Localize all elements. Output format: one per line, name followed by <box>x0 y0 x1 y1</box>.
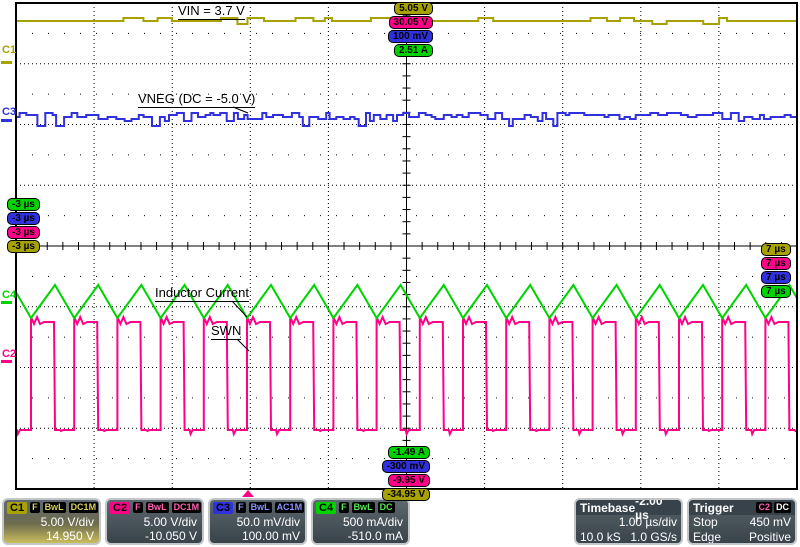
filter-badge: F <box>236 502 246 513</box>
channel-chip-c4: C4 <box>316 502 336 514</box>
cursor-readouts-bottom: -1.49 A -300 mV -9.95 V -34.95 V <box>382 446 430 501</box>
readout-pill: 7 µs <box>761 243 791 256</box>
trigger-position-marker[interactable] <box>242 490 254 497</box>
vneg-annotation: VNEG (DC = -5.0 V) <box>138 92 255 108</box>
volts-per-div: 5.00 V/div <box>4 515 99 529</box>
channel-offset: 14.950 V <box>4 529 99 543</box>
bandwidth-limit-badge: BwL <box>352 502 375 513</box>
channel-descriptor-c3[interactable]: C3 F BwL AC1M 50.0 mV/div 100.00 mV <box>208 498 307 545</box>
cursor-readouts-top: 5.05 V 30.05 V 100 mV 2.51 A <box>388 2 433 57</box>
channel-chip-c1: C1 <box>7 502 27 514</box>
swn-annotation: SWN <box>211 324 241 340</box>
cursor-readouts-right: 7 µs 7 µs 7 µs 7 µs <box>761 243 791 298</box>
channel-offset: 100.00 mV <box>210 529 305 543</box>
trigger-slope: Positive <box>749 530 791 545</box>
coupling-badge: DC1M <box>69 502 99 513</box>
channel-offset: -510.0 mA <box>313 529 408 543</box>
timebase-descriptor[interactable]: Timebase -2.00 µs 1.00 µs/div 10.0 kS 1.… <box>574 498 683 545</box>
channel-zero-tick-c3[interactable] <box>1 119 12 122</box>
coupling-badge: AC1M <box>275 502 305 513</box>
readout-pill: -300 mV <box>382 460 430 473</box>
trigger-title: Trigger <box>693 501 734 515</box>
bandwidth-limit-badge: BwL <box>146 502 169 513</box>
channel-chip-c3: C3 <box>213 502 233 514</box>
readout-pill: 2.51 A <box>394 44 433 57</box>
sample-rate: 1.0 GS/s <box>630 530 677 545</box>
readout-pill: 30.05 V <box>389 16 433 29</box>
filter-badge: F <box>339 502 349 513</box>
trigger-level: 450 mV <box>750 515 791 530</box>
readout-pill: -1.49 A <box>388 446 430 459</box>
readout-pill: -3 µs <box>7 240 40 253</box>
readout-pill: -3 µs <box>7 212 40 225</box>
filter-badge: F <box>30 502 40 513</box>
volts-per-div: 5.00 V/div <box>107 515 202 529</box>
channel-label-c2: C2 <box>2 348 16 360</box>
filter-badge: F <box>133 502 143 513</box>
oscilloscope-screen: VIN = 3.7 V VNEG (DC = -5.0 V) Inductor … <box>0 0 800 547</box>
bandwidth-limit-badge: BwL <box>249 502 272 513</box>
readout-pill: 100 mV <box>388 30 433 43</box>
channel-descriptor-c1[interactable]: C1 F BwL DC1M 5.00 V/div 14.950 V <box>2 498 101 545</box>
readout-pill: -3 µs <box>7 198 40 211</box>
trigger-descriptor[interactable]: Trigger C2 DC Stop 450 mV Edge Positive <box>687 498 797 545</box>
channel-zero-tick-c2[interactable] <box>1 360 12 363</box>
volts-per-div: 50.0 mV/div <box>210 515 305 529</box>
bandwidth-limit-badge: BwL <box>43 502 66 513</box>
timebase-title: Timebase <box>580 501 635 515</box>
inductor-annotation: Inductor Current <box>155 286 249 302</box>
readout-pill: 5.05 V <box>394 2 433 15</box>
readout-pill: 7 µs <box>761 257 791 270</box>
readout-pill: 7 µs <box>761 285 791 298</box>
trigger-source-badge: C2 <box>756 502 772 513</box>
sample-count: 10.0 kS <box>580 530 621 545</box>
channel-zero-tick-c4[interactable] <box>1 301 12 304</box>
volts-per-div: 500 mA/div <box>313 515 408 529</box>
trigger-kind: Edge <box>693 530 721 545</box>
channel-label-c1: C1 <box>2 44 16 56</box>
trigger-coupling-badge: DC <box>774 502 791 513</box>
cursor-readouts-left: -3 µs -3 µs -3 µs -3 µs <box>7 198 40 253</box>
coupling-badge: DC1M <box>172 502 202 513</box>
readout-pill: -34.95 V <box>382 488 430 501</box>
channel-label-c4: C4 <box>2 289 16 301</box>
trigger-mode: Stop <box>693 515 718 530</box>
channel-offset: -10.050 V <box>107 529 202 543</box>
vin-annotation: VIN = 3.7 V <box>178 4 245 20</box>
channel-label-c3: C3 <box>2 106 16 118</box>
readout-pill: -3 µs <box>7 226 40 239</box>
time-per-div: 1.00 µs/div <box>619 515 677 530</box>
channel-descriptor-c4[interactable]: C4 F BwL DC 500 mA/div -510.0 mA <box>311 498 410 545</box>
channel-chip-c2: C2 <box>110 502 130 514</box>
coupling-badge: DC <box>378 502 395 513</box>
waveform-display <box>0 0 800 490</box>
readout-pill: 7 µs <box>761 271 791 284</box>
channel-zero-tick-c1[interactable] <box>1 61 12 64</box>
readout-pill: -9.95 V <box>388 474 430 487</box>
channel-descriptor-c2[interactable]: C2 F BwL DC1M 5.00 V/div -10.050 V <box>105 498 204 545</box>
